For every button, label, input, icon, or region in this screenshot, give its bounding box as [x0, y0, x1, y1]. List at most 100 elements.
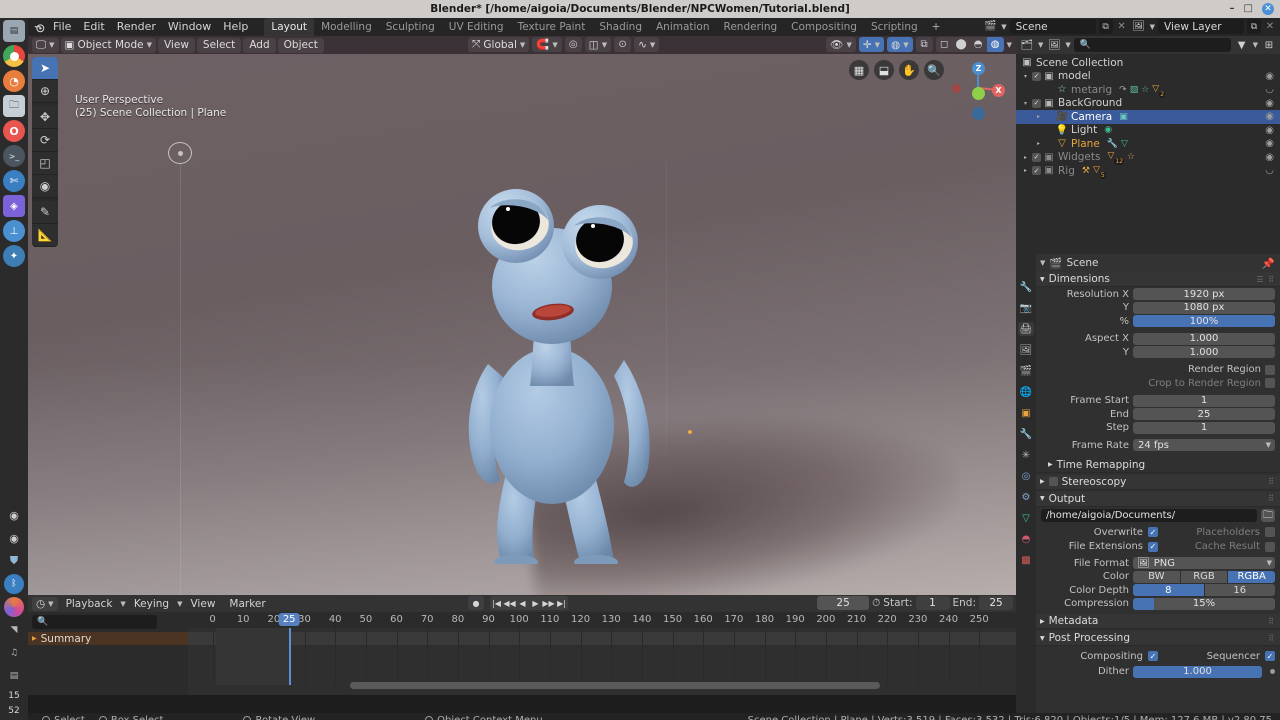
unity-icon[interactable]: ◈: [3, 195, 25, 217]
editor-type-button[interactable]: 🖵 ▼: [32, 37, 59, 53]
jump-to-start-button[interactable]: |◀: [490, 596, 503, 610]
outliner-expand-triangle-icon[interactable]: ▾: [1020, 100, 1031, 107]
tab-rendering[interactable]: Rendering: [717, 18, 785, 36]
tab-uv-editing[interactable]: UV Editing: [442, 18, 511, 36]
playhead[interactable]: [289, 628, 292, 685]
outliner-type-chevron-down-icon[interactable]: ▼: [1038, 41, 1043, 49]
resolution-y-field[interactable]: 1080 px: [1133, 301, 1275, 314]
crop-render-region-checkbox[interactable]: [1265, 378, 1275, 389]
outliner-display-chevron-down-icon[interactable]: ▼: [1065, 41, 1070, 49]
transform-orientation-dropdown[interactable]: ⤧ Global ▼: [468, 37, 530, 52]
timeline-track-area[interactable]: 0 10 20 30 40 50 60 70 80 90 100 110 120 130 140 150 160…: [188, 612, 1016, 695]
filter-chevron-down-icon[interactable]: ▼: [1253, 41, 1258, 49]
jump-to-end-button[interactable]: ▶|: [555, 596, 568, 610]
tab-layout[interactable]: Layout: [264, 18, 315, 36]
new-view-layer-button[interactable]: ⧉: [1247, 19, 1261, 34]
visibility-eye-icon[interactable]: ◉: [1265, 111, 1274, 122]
outliner-datablock-icon[interactable]: ☆: [1141, 85, 1149, 95]
wifi-icon[interactable]: ◥: [4, 620, 24, 640]
gizmo-axis-x[interactable]: X: [992, 84, 1005, 97]
measure-tool[interactable]: 📐: [32, 224, 58, 247]
presets-list-icon[interactable]: ☰ ⠿: [1256, 275, 1275, 284]
audio-icon[interactable]: ♫: [4, 643, 24, 663]
view-layer-name-field[interactable]: View Layer: [1158, 19, 1244, 34]
outliner-expand-triangle-icon[interactable]: ▸: [1033, 140, 1044, 147]
timeline-editor-type-button[interactable]: ◷ ▼: [32, 596, 58, 611]
compositing-checkbox[interactable]: ✓: [1148, 651, 1158, 662]
outliner-datablock-icon[interactable]: ☆: [1127, 152, 1135, 162]
material-preview-shading-button[interactable]: ◓: [969, 37, 987, 52]
texture-tab[interactable]: ▩: [1018, 553, 1034, 567]
stereoscopy-checkbox[interactable]: [1048, 477, 1058, 486]
unlink-scene-button[interactable]: ✕: [1116, 19, 1128, 34]
visibility-eye-icon[interactable]: ◡: [1265, 165, 1274, 176]
outliner-root-row[interactable]: ▣ Scene Collection: [1016, 56, 1280, 70]
summary-expand-triangle-icon[interactable]: ▶: [32, 635, 37, 642]
tool-tab[interactable]: 🔧: [1018, 280, 1034, 294]
color-mode-bw-button[interactable]: BW: [1133, 570, 1180, 583]
outliner-expand-triangle-icon[interactable]: ▾: [1020, 73, 1031, 80]
modifier-tab[interactable]: 🔧: [1018, 427, 1034, 441]
terminal-icon[interactable]: >_: [3, 145, 25, 167]
tweak-tool[interactable]: ➤: [32, 57, 58, 80]
outliner-exclude-checkbox[interactable]: ✓: [1031, 98, 1042, 108]
post-processing-panel-header[interactable]: ▼ Post Processing ⠿: [1036, 631, 1280, 646]
menu-help[interactable]: Help: [217, 19, 254, 35]
outliner-exclude-checkbox[interactable]: ✓: [1031, 166, 1042, 176]
playback-chevron-down-icon[interactable]: ▼: [120, 600, 125, 608]
outliner-row-rig[interactable]: ▸ ✓ ▣ Rig ⚒ ▽5 ◡: [1016, 164, 1280, 179]
post-processing-drag-handle[interactable]: ⠿: [1268, 634, 1275, 643]
zoom-view-button[interactable]: 🔍: [924, 60, 944, 80]
post-processing-collapse-triangle-icon[interactable]: ▼: [1040, 635, 1045, 642]
color-depth-16-button[interactable]: 16: [1204, 584, 1275, 597]
output-drag-handle[interactable]: ⠿: [1268, 494, 1275, 503]
viewport-menu-select[interactable]: Select: [196, 37, 242, 53]
tab-modelling[interactable]: Modelling: [314, 18, 379, 36]
outliner-row-camera[interactable]: ▸ 🎥 Camera ▣ ◉: [1016, 110, 1280, 124]
outliner-row-metarig[interactable]: ☆ metarig ↷ ▧ ☆ ▽2 ◡: [1016, 83, 1280, 98]
physics-tab[interactable]: ◎: [1018, 469, 1034, 483]
viewport-menu-object[interactable]: Object: [277, 37, 324, 53]
outliner-exclude-checkbox[interactable]: ✓: [1031, 152, 1042, 162]
timeline-menu-view[interactable]: View: [184, 597, 221, 611]
add-workspace-button[interactable]: +: [925, 18, 948, 36]
tab-scripting[interactable]: Scripting: [864, 18, 925, 36]
color-mode-rgb-button[interactable]: RGB: [1180, 570, 1228, 583]
shading-options-chevron-down-icon[interactable]: ▼: [1007, 41, 1012, 49]
file-format-dropdown[interactable]: 🖼 PNG ▼: [1133, 557, 1275, 570]
dimensions-collapse-triangle-icon[interactable]: ▼: [1040, 276, 1045, 283]
outliner-exclude-checkbox[interactable]: ✓: [1031, 71, 1042, 81]
jump-to-prev-keyframe-button[interactable]: ◀◀: [503, 596, 516, 610]
blender-logo-icon[interactable]: [32, 20, 47, 35]
tab-compositing[interactable]: Compositing: [784, 18, 864, 36]
outliner-datablock-icon[interactable]: ▽12: [1107, 151, 1125, 166]
jump-to-next-keyframe-button[interactable]: ▶▶: [542, 596, 555, 610]
tab-texture-paint[interactable]: Texture Paint: [511, 18, 593, 36]
time-remapping-panel-header[interactable]: ▶ Time Remapping: [1036, 457, 1280, 473]
play-reverse-button[interactable]: ◀: [516, 596, 529, 610]
outliner-new-collection-icon[interactable]: ⊞: [1261, 38, 1277, 52]
end-frame-field[interactable]: 25: [979, 596, 1013, 610]
outliner-datablock-icon[interactable]: ⚒: [1082, 166, 1090, 176]
outliner-datablock-icon[interactable]: ▽2: [1152, 84, 1166, 98]
overlays-toggle-button[interactable]: ◍ ▼: [887, 37, 913, 52]
remove-view-layer-button[interactable]: ✕: [1264, 19, 1276, 34]
outliner-expand-triangle-icon[interactable]: ▸: [1020, 154, 1031, 161]
blender-icon[interactable]: ◔: [3, 70, 25, 92]
metadata-expand-triangle-icon[interactable]: ▶: [1040, 618, 1045, 625]
stereoscopy-expand-triangle-icon[interactable]: ▶: [1040, 478, 1045, 485]
visibility-eye-icon[interactable]: ◉: [1265, 152, 1274, 163]
record-keyframes-button[interactable]: ●: [468, 596, 484, 610]
falloff-curve-dropdown[interactable]: ∿ ▼: [634, 37, 660, 52]
menu-render[interactable]: Render: [111, 19, 162, 35]
constraints-tab[interactable]: ⚙: [1018, 490, 1034, 504]
steam-icon[interactable]: ✦: [3, 245, 25, 267]
outliner-datablock-icon[interactable]: ▽: [1121, 139, 1128, 149]
play-button[interactable]: ▶: [529, 596, 542, 610]
visibility-eye-icon[interactable]: ◉: [1265, 71, 1274, 82]
output-panel-header[interactable]: ▼ Output ⠿: [1036, 491, 1280, 507]
resolution-percent-field[interactable]: 100%: [1133, 315, 1275, 328]
character-model[interactable]: [448, 164, 728, 569]
camera-view-button[interactable]: ▦: [849, 60, 869, 80]
timeline-menu-marker[interactable]: Marker: [223, 597, 271, 611]
